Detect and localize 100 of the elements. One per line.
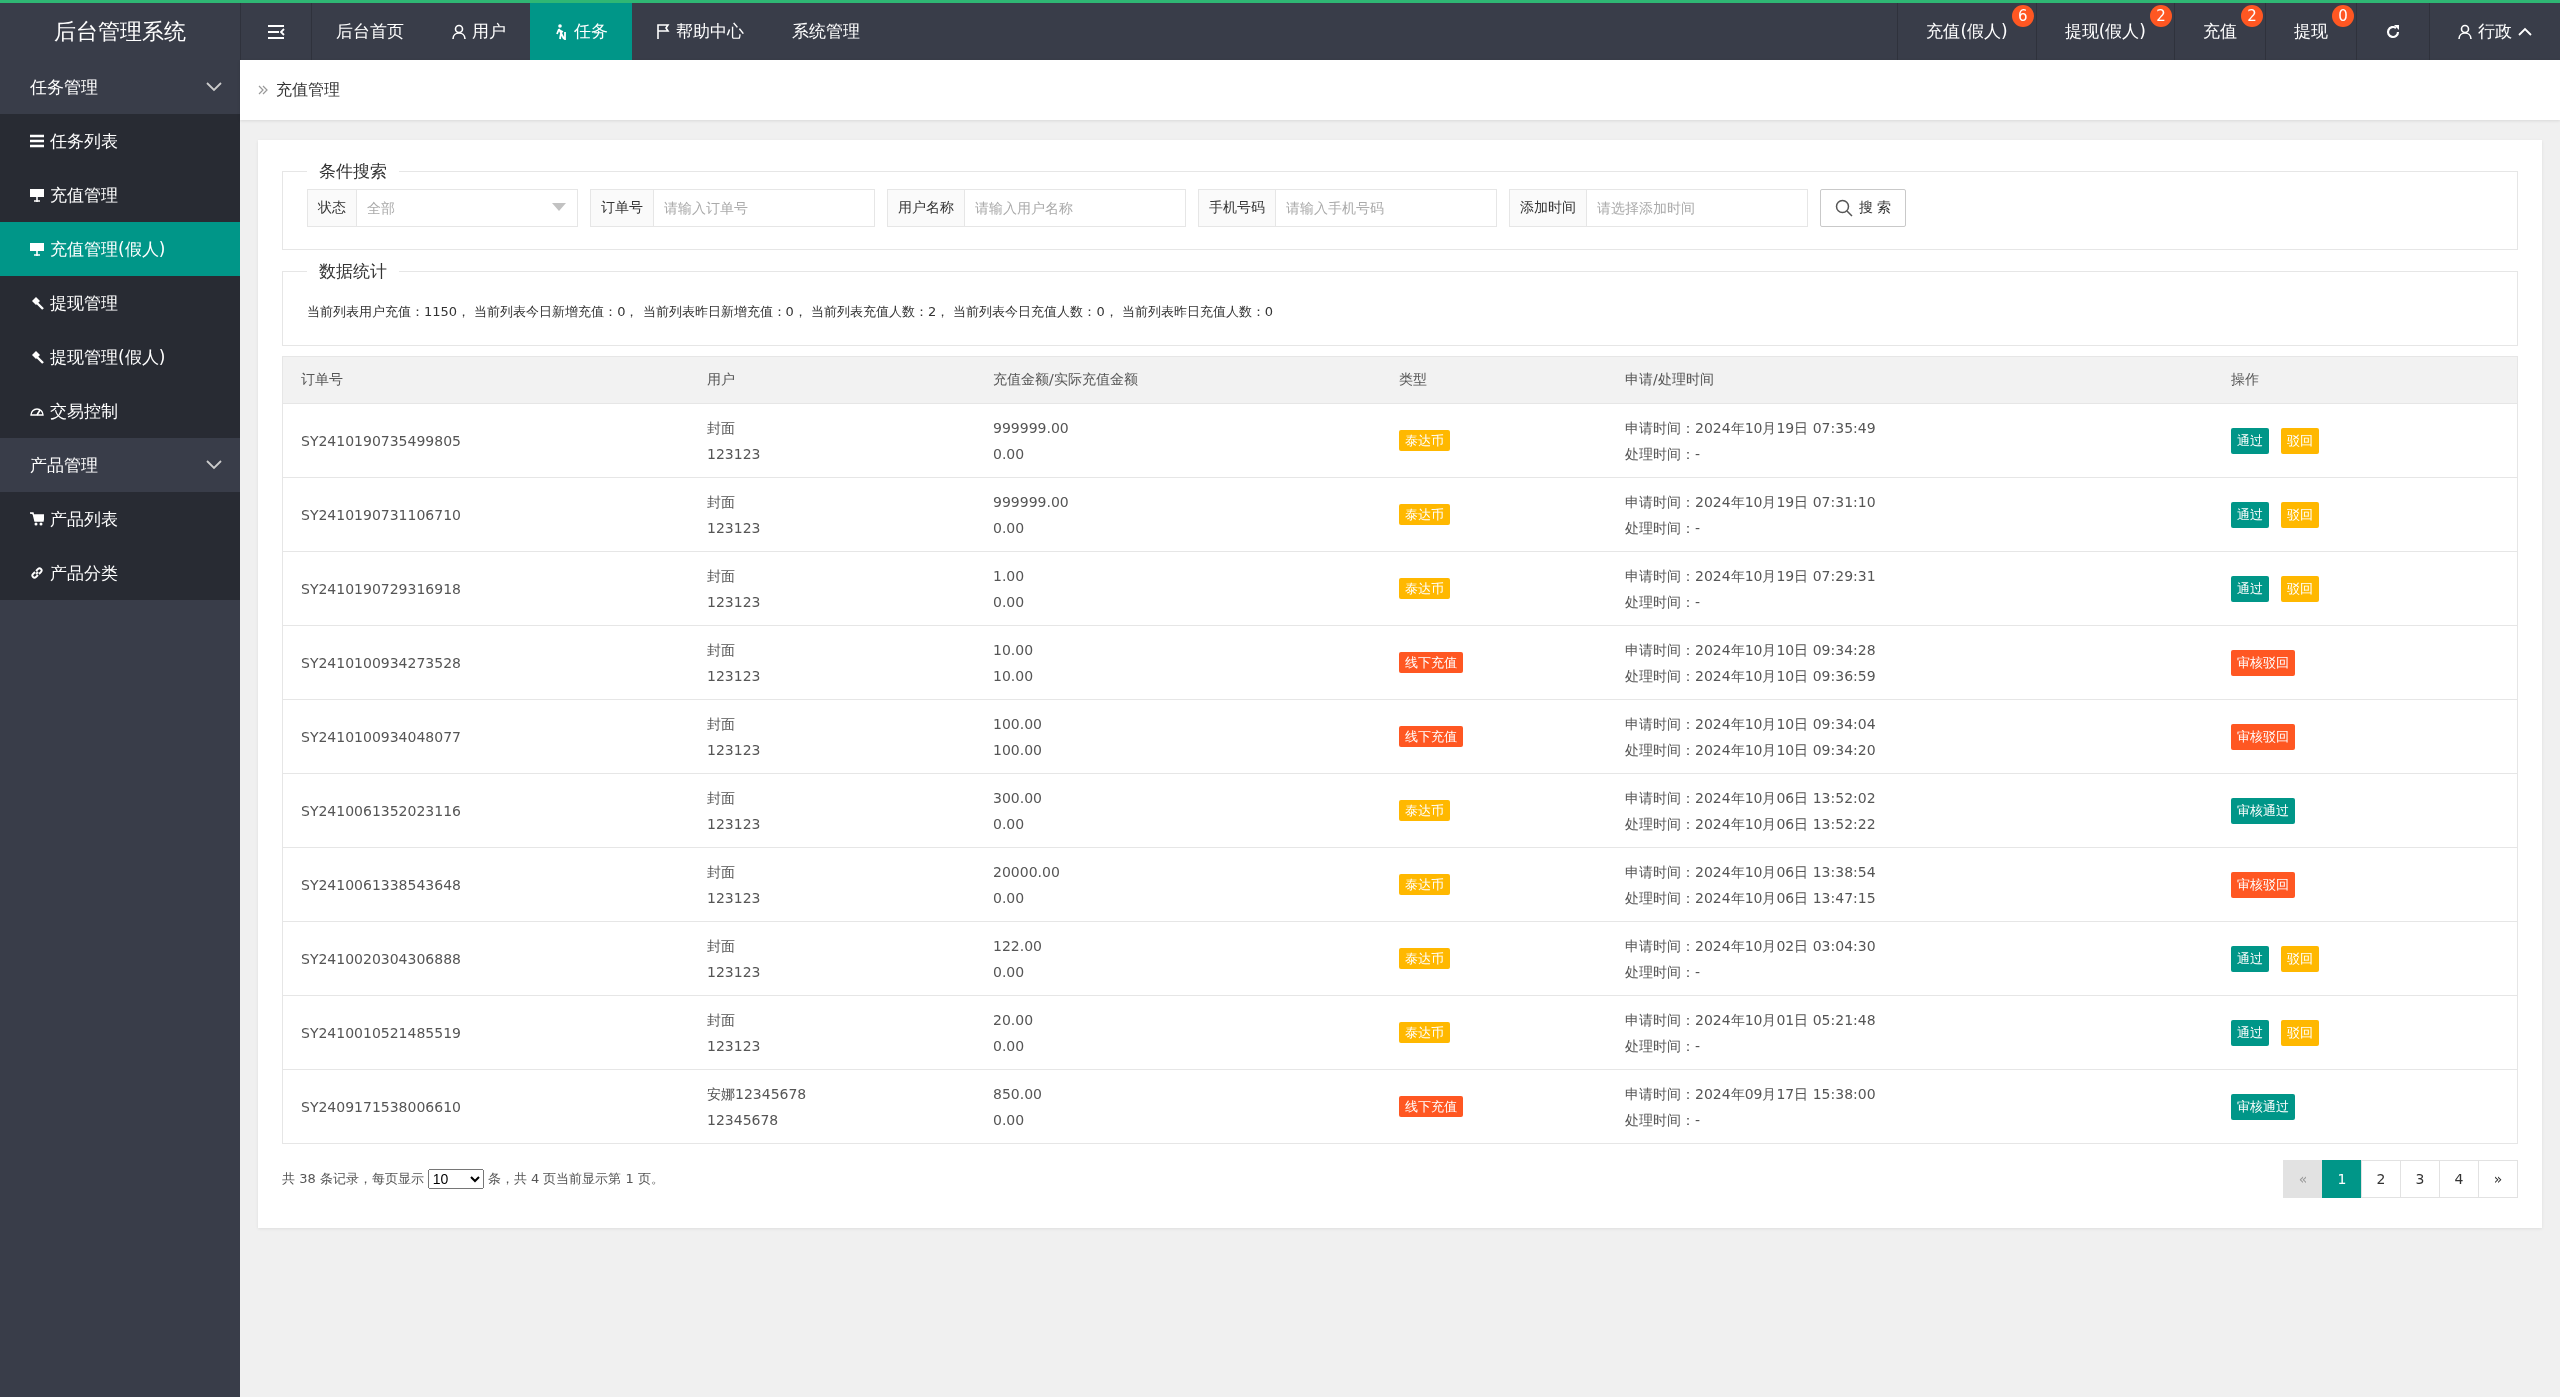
user-name: 封面 <box>707 492 736 512</box>
nav-tab[interactable]: 帮助中心 <box>632 3 768 60</box>
user-icon <box>452 23 466 40</box>
nav-tab[interactable]: 系统管理 <box>768 3 884 60</box>
cart-icon <box>30 512 44 526</box>
count-badge: 0 <box>2332 5 2354 27</box>
page-button[interactable]: 3 <box>2400 1160 2440 1198</box>
apply-time: 申请时间：2024年10月19日 07:35:49 <box>1625 418 1877 438</box>
nav-tab[interactable]: 任务 <box>530 3 632 60</box>
actual-amount: 0.00 <box>993 518 1026 538</box>
apply-time: 申请时间：2024年10月06日 13:38:54 <box>1625 862 1877 882</box>
type-tag: 泰达币 <box>1399 874 1450 895</box>
type-tag: 线下充值 <box>1399 1096 1463 1117</box>
amount: 100.00 <box>993 714 1043 734</box>
sidebar-item[interactable]: 充值管理 <box>0 168 240 222</box>
field-label: 手机号码 <box>1198 189 1276 227</box>
sidebar-item[interactable]: 提现管理 <box>0 276 240 330</box>
actual-amount: 0.00 <box>993 814 1026 834</box>
column-header: 操作 <box>2231 371 2259 387</box>
action-button[interactable]: 通过 <box>2231 945 2269 972</box>
user-icon <box>2458 23 2472 40</box>
actual-amount: 10.00 <box>993 666 1035 686</box>
action-button[interactable]: 通过 <box>2231 501 2269 528</box>
search-icon <box>1835 199 1853 217</box>
process-time: 处理时间：- <box>1625 1110 1702 1130</box>
sidebar-item[interactable]: 交易控制 <box>0 384 240 438</box>
breadcrumb-icon <box>258 85 268 95</box>
user-name: 封面 <box>707 566 736 586</box>
link-icon <box>30 566 44 580</box>
type-tag: 泰达币 <box>1399 1022 1450 1043</box>
app-title: 后台管理系统 <box>53 17 187 46</box>
amount: 850.00 <box>993 1084 1043 1104</box>
user-name: 封面 <box>707 862 736 882</box>
user-name: 安娜12345678 <box>707 1084 808 1104</box>
order-number: SY2409171538006610 <box>301 1098 461 1115</box>
flag-icon <box>656 23 670 40</box>
count-badge: 2 <box>2150 5 2172 27</box>
status-select[interactable]: 全部 <box>357 189 578 227</box>
action-button[interactable]: 通过 <box>2231 575 2269 602</box>
input-field[interactable]: 请输入用户名称 <box>965 189 1186 227</box>
sidebar-item[interactable]: 提现管理(假人) <box>0 330 240 384</box>
process-time: 处理时间：- <box>1625 592 1702 612</box>
order-number: SY2410100934048077 <box>301 728 461 745</box>
walking-person-icon <box>554 23 568 40</box>
process-time: 处理时间：2024年10月06日 13:52:22 <box>1625 814 1877 834</box>
apply-time: 申请时间：2024年10月06日 13:52:02 <box>1625 788 1877 808</box>
amount: 999999.00 <box>993 492 1070 512</box>
pager-summary: 共 38 条记录，每页显示 <box>282 1170 424 1188</box>
page-size-select[interactable]: 10 <box>427 1169 484 1189</box>
user-id: 123123 <box>707 444 762 464</box>
nav-tab[interactable]: 用户 <box>428 3 530 60</box>
sidebar-item[interactable]: 产品列表 <box>0 492 240 546</box>
process-time: 处理时间：2024年10月10日 09:34:20 <box>1625 740 1877 760</box>
action-button[interactable]: 审核通过 <box>2231 1093 2295 1120</box>
sidebar-item[interactable]: 任务列表 <box>0 114 240 168</box>
actual-amount: 0.00 <box>993 1036 1026 1056</box>
amount: 300.00 <box>993 788 1043 808</box>
action-button[interactable]: 审核通过 <box>2231 797 2295 824</box>
pager-summary: 条，共 4 页当前显示第 1 页。 <box>487 1170 664 1188</box>
sidebar-item[interactable]: 产品分类 <box>0 546 240 600</box>
page-button[interactable]: 4 <box>2439 1160 2479 1198</box>
action-button[interactable]: 通过 <box>2231 427 2269 454</box>
sidebar-item[interactable]: 充值管理(假人) <box>0 222 240 276</box>
user-id: 12345678 <box>707 1110 780 1130</box>
order-number: SY2410190735499805 <box>301 432 461 449</box>
field-label: 状态 <box>307 189 357 227</box>
column-header: 申请/处理时间 <box>1625 371 1714 387</box>
user-id: 123123 <box>707 962 762 982</box>
process-time: 处理时间：2024年10月06日 13:47:15 <box>1625 888 1877 908</box>
next-page-button[interactable]: » <box>2478 1160 2518 1198</box>
amount: 20.00 <box>993 1010 1035 1030</box>
page-button[interactable]: 2 <box>2361 1160 2401 1198</box>
chevron-icon <box>206 82 222 92</box>
input-field[interactable]: 请输入手机号码 <box>1276 189 1497 227</box>
type-tag: 线下充值 <box>1399 726 1463 747</box>
user-id: 123123 <box>707 518 762 538</box>
input-field[interactable]: 请选择添加时间 <box>1587 189 1808 227</box>
user-id: 123123 <box>707 814 762 834</box>
actual-amount: 0.00 <box>993 592 1026 612</box>
column-header: 订单号 <box>301 371 343 387</box>
user-id: 123123 <box>707 1036 762 1056</box>
input-field[interactable]: 请输入订单号 <box>654 189 875 227</box>
user-name: 封面 <box>707 936 736 956</box>
monitor-icon <box>30 242 44 256</box>
user-id: 123123 <box>707 592 762 612</box>
user-id: 123123 <box>707 740 762 760</box>
order-number: SY2410190729316918 <box>301 580 461 597</box>
user-name: 封面 <box>707 714 736 734</box>
amount: 1.00 <box>993 566 1026 586</box>
hammer-icon <box>30 296 44 310</box>
column-header: 类型 <box>1399 371 1427 387</box>
actual-amount: 0.00 <box>993 888 1026 908</box>
order-number: SY2410061338543648 <box>301 876 461 893</box>
search-button[interactable]: 搜 索 <box>1820 189 1907 227</box>
field-label: 订单号 <box>590 189 654 227</box>
apply-time: 申请时间：2024年10月10日 09:34:28 <box>1625 640 1877 660</box>
action-button[interactable]: 通过 <box>2231 1019 2269 1046</box>
process-time: 处理时间：2024年10月10日 09:36:59 <box>1625 666 1877 686</box>
nav-tab[interactable]: 后台首页 <box>312 3 428 60</box>
page-button[interactable]: 1 <box>2322 1160 2362 1198</box>
